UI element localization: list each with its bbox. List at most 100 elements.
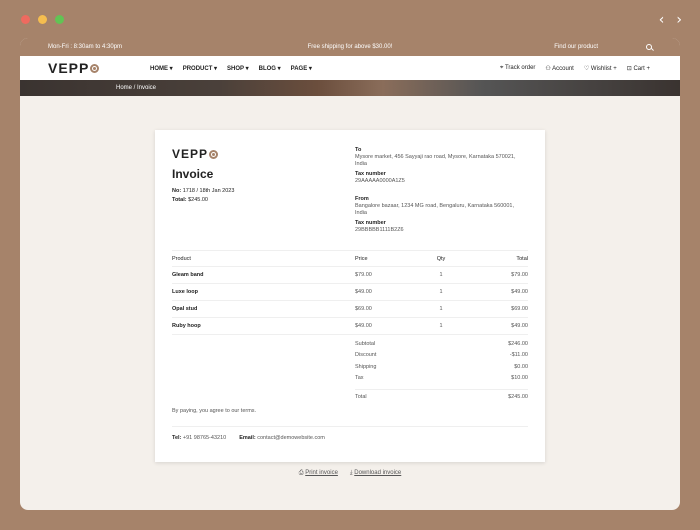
invoice-total-label: Total: xyxy=(172,197,187,203)
table-row: Opal stud $69.00 1 $69.00 xyxy=(172,301,528,318)
column-total: Total xyxy=(516,255,528,262)
item-qty: 1 xyxy=(439,323,443,329)
invoice-no-value: 1718 / 18th Jan 2023 xyxy=(182,188,235,194)
item-total: $79.00 xyxy=(511,272,528,278)
download-invoice-label: Download invoice xyxy=(354,470,402,476)
menu-page-label: PAGE xyxy=(290,65,308,72)
email-label: Email: xyxy=(239,435,256,441)
menu-page[interactable]: PAGE ▾ xyxy=(291,65,312,72)
table-row: Gleam band $79.00 1 $79.00 xyxy=(172,267,528,284)
column-product: Product xyxy=(172,255,191,262)
grand-total-label: Total xyxy=(355,394,367,400)
print-invoice-button[interactable]: ⎙ Print invoice xyxy=(299,470,338,477)
wishlist-label: Wishlist xyxy=(590,65,612,72)
top-bar: Mon-Fri : 8:30am to 4:30pm Free shipping… xyxy=(20,38,680,56)
site-header: VEPP HOME ▾ PRODUCT ▾ SHOP ▾ BLOG ▾ PAGE… xyxy=(20,56,680,80)
invoice-total-value: $245.00 xyxy=(188,197,208,203)
menu-home[interactable]: HOME ▾ xyxy=(150,65,173,72)
totals-summary: Subtotal $246.00 Discount -$11.00 Shipping… xyxy=(355,338,528,404)
items-table: Product Price Qty Total Gleam band $79.0… xyxy=(172,250,528,335)
download-invoice-button[interactable]: ⤓ Download invoice xyxy=(350,470,401,477)
print-invoice-label: Print invoice xyxy=(305,470,338,476)
summary-label: Discount xyxy=(355,352,377,359)
summary-label: Shipping xyxy=(355,363,377,370)
item-product: Opal stud xyxy=(172,306,198,312)
summary-value: $246.00 xyxy=(508,340,528,347)
from-address: Bangalore bazaar, 1234 MG road, Bengalur… xyxy=(355,203,515,216)
search-placeholder: Find our product xyxy=(554,44,598,50)
window-controls xyxy=(21,15,64,24)
chevron-down-icon: ▾ xyxy=(169,65,173,72)
summary-label: Subtotal xyxy=(355,340,376,347)
chevron-down-icon: ▾ xyxy=(245,65,249,72)
breadcrumb[interactable]: Home / Invoice xyxy=(116,85,156,91)
table-row: Luxe loop $49.00 1 $49.00 xyxy=(172,284,528,301)
chevron-down-icon: ▾ xyxy=(308,65,312,72)
item-product: Luxe loop xyxy=(172,289,198,295)
item-price: $69.00 xyxy=(355,306,372,312)
item-total: $69.00 xyxy=(511,306,528,312)
chevron-left-icon[interactable]: ‹ xyxy=(659,12,665,28)
item-qty: 1 xyxy=(439,289,443,295)
account-link[interactable]: ⚇ Account xyxy=(545,65,573,72)
summary-row: Tax $10.00 xyxy=(355,373,528,385)
wishlist-link[interactable]: ♡ Wishlist + xyxy=(584,65,617,72)
terms-text: By paying, you agree to our terms. xyxy=(172,408,257,414)
column-qty: Qty xyxy=(436,255,446,262)
plus-icon: + xyxy=(613,65,617,72)
item-qty: 1 xyxy=(439,272,443,278)
search-field[interactable]: Find our product xyxy=(554,44,652,50)
invoice-actions: ⎙ Print invoice ⤓ Download invoice xyxy=(20,470,680,477)
user-nav: ⌖ Track order ⚇ Account ♡ Wishlist + ⊡ C… xyxy=(500,65,650,72)
column-price: Price xyxy=(355,255,368,262)
track-order-label: Track order xyxy=(504,64,536,71)
logo-text: VEPP xyxy=(48,60,90,76)
to-address: Mysore market, 456 Sayyaji rao road, Mys… xyxy=(355,154,516,167)
account-label: Account xyxy=(552,65,574,72)
item-price: $79.00 xyxy=(355,272,372,278)
address-block: To Mysore market, 456 Sayyaji rao road, … xyxy=(355,147,520,234)
email-value: contact@demowebsite.com xyxy=(257,435,325,441)
store-hours: Mon-Fri : 8:30am to 4:30pm xyxy=(48,44,123,50)
to-tax-label: Tax number xyxy=(355,171,386,177)
from-label: From xyxy=(355,196,369,202)
menu-blog-label: BLOG xyxy=(258,65,276,72)
summary-row: Subtotal $246.00 xyxy=(355,338,528,350)
grand-total-value: $245.00 xyxy=(508,394,528,400)
menu-product[interactable]: PRODUCT ▾ xyxy=(183,65,217,72)
summary-value: $0.00 xyxy=(514,363,528,370)
menu-home-label: HOME xyxy=(150,65,168,72)
menu-product-label: PRODUCT xyxy=(182,65,213,72)
chevron-right-icon[interactable]: › xyxy=(676,12,682,28)
chevron-down-icon: ▾ xyxy=(214,65,218,72)
menu-shop[interactable]: SHOP ▾ xyxy=(227,65,249,72)
chevron-down-icon: ▾ xyxy=(277,65,281,72)
track-order-link[interactable]: ⌖ Track order xyxy=(500,65,535,72)
location-pin-icon: ⌖ xyxy=(500,64,504,71)
browser-nav: ‹ › xyxy=(659,12,682,28)
to-label: To xyxy=(355,147,362,153)
from-tax-label: Tax number xyxy=(355,220,386,226)
printer-icon: ⎙ xyxy=(298,470,304,476)
logo-mark-icon xyxy=(209,149,219,159)
table-header: Product Price Qty Total xyxy=(172,250,528,267)
cart-label: Cart xyxy=(633,65,645,72)
site-logo[interactable]: VEPP xyxy=(48,60,100,76)
item-total: $49.00 xyxy=(511,289,528,295)
cart-icon: ⊡ xyxy=(626,65,632,72)
invoice-no-label: No: xyxy=(172,188,182,194)
close-window-icon[interactable] xyxy=(21,15,30,24)
minimize-window-icon[interactable] xyxy=(38,15,47,24)
item-price: $49.00 xyxy=(355,289,372,295)
item-total: $49.00 xyxy=(511,323,528,329)
grand-total-row: Total $245.00 xyxy=(355,389,528,404)
summary-row: Shipping $0.00 xyxy=(355,361,528,373)
menu-blog[interactable]: BLOG ▾ xyxy=(259,65,281,72)
cart-link[interactable]: ⊡ Cart + xyxy=(627,65,650,72)
from-tax-number: 29BBBBB1111B2Z6 xyxy=(355,227,404,233)
item-price: $49.00 xyxy=(355,323,372,329)
breadcrumb-banner: Home / Invoice xyxy=(20,80,680,96)
item-qty: 1 xyxy=(439,306,443,312)
maximize-window-icon[interactable] xyxy=(55,15,64,24)
search-icon[interactable] xyxy=(646,44,652,50)
